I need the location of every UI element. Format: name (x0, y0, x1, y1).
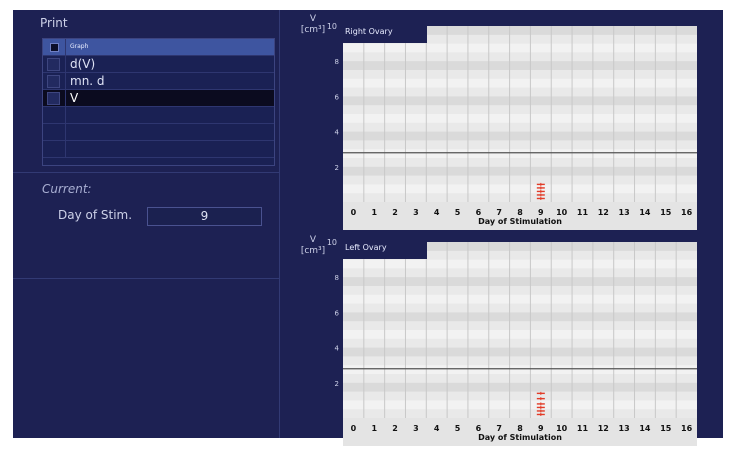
y-tick-label: 10 (327, 22, 337, 31)
x-tick-label: 3 (413, 208, 419, 217)
x-tick-label: 12 (598, 424, 609, 433)
plot-band (343, 400, 697, 410)
x-tick-label: 11 (577, 208, 589, 217)
print-item-checkbox[interactable] (47, 92, 60, 105)
x-tick-label: 12 (598, 208, 609, 217)
day-of-stim-field[interactable]: 9 (147, 207, 262, 226)
print-list: Graph d(V) mn. d V (42, 38, 275, 166)
y-tick-label: 2 (335, 164, 339, 172)
plot-band (343, 149, 697, 158)
plot-title: Right Ovary (345, 27, 393, 36)
chart-canvas: Right Ovary2468100 1 2 3 4 5 6 7 8 9 10 11 12 13 14 15 1… (327, 22, 697, 230)
x-tick-label: 10 (556, 424, 568, 433)
plot-band (343, 43, 697, 53)
y-tick-label: 6 (335, 309, 340, 317)
x-tick-label: 15 (660, 208, 672, 217)
app-window: Print Graph d(V) mn. d V Current: Day of… (13, 10, 723, 446)
select-all-checkbox[interactable] (50, 43, 59, 52)
section-divider (13, 172, 279, 173)
print-item-label: V (70, 91, 79, 105)
column-divider (279, 10, 280, 438)
section-divider (13, 278, 279, 279)
x-tick-label: 7 (496, 424, 502, 433)
x-axis-label: Day of Stimulation (478, 217, 562, 226)
x-tick-label: 8 (517, 208, 523, 217)
y-tick-label: 2 (335, 380, 339, 388)
print-item-label: mn. d (70, 74, 105, 88)
x-tick-label: 9 (538, 424, 544, 433)
x-axis-label: Day of Stimulation (478, 433, 562, 442)
plot-band (343, 114, 697, 123)
chart-canvas: Left Ovary2468100 1 2 3 4 5 6 7 8 9 10 11 12 13 14 15 16… (327, 238, 697, 446)
left-ovary-chart: V [cm³] Left Ovary 2 4 6 8 10 0 1 2 3 4 5 6 7 8 9 10 11 12… (295, 230, 705, 446)
x-tick-label: 0 (351, 424, 357, 433)
plot-band (343, 166, 697, 176)
print-item-v[interactable]: V (43, 90, 274, 107)
plot-band (343, 347, 697, 357)
x-tick-label: 15 (660, 424, 672, 433)
print-item-dv[interactable]: d(V) (43, 56, 274, 73)
empty-row (43, 141, 274, 158)
x-tick-label: 2 (392, 424, 398, 433)
x-tick-label: 11 (577, 424, 589, 433)
x-tick-label: 6 (476, 424, 482, 433)
empty-row (43, 107, 274, 124)
y-tick-label: 8 (335, 274, 339, 282)
x-tick-label: 14 (639, 208, 651, 217)
plot-band (343, 330, 697, 339)
x-tick-label: 5 (455, 208, 461, 217)
print-item-checkbox[interactable] (47, 58, 60, 71)
day-of-stim-label: Day of Stim. (58, 208, 133, 222)
x-tick-label: 8 (517, 424, 523, 433)
print-item-mn-d[interactable]: mn. d (43, 73, 274, 90)
plot-band (343, 61, 697, 70)
plot-band (343, 312, 697, 322)
y-tick-label: 10 (327, 238, 337, 247)
plot-band (343, 131, 697, 141)
plot-title: Left Ovary (345, 243, 387, 252)
x-tick-label: 4 (434, 424, 440, 433)
print-section-title: Print (40, 16, 68, 30)
current-section-title: Current: (42, 182, 92, 196)
x-tick-label: 10 (556, 208, 568, 217)
plot-band (343, 382, 697, 392)
x-tick-label: 13 (619, 424, 630, 433)
x-tick-label: 2 (392, 208, 398, 217)
x-tick-label: 16 (681, 424, 693, 433)
x-tick-label: 4 (434, 208, 440, 217)
x-tick-label: 3 (413, 424, 419, 433)
x-tick-label: 14 (639, 424, 651, 433)
print-item-label: d(V) (70, 57, 96, 71)
y-tick-label: 6 (335, 93, 340, 101)
x-tick-label: 16 (681, 208, 693, 217)
plot-band (343, 277, 697, 286)
x-tick-label: 1 (371, 208, 377, 217)
x-tick-label: 7 (496, 208, 502, 217)
plot-band (343, 184, 697, 194)
x-tick-label: 9 (538, 208, 544, 217)
print-list-header[interactable]: Graph (43, 39, 274, 56)
x-tick-label: 5 (455, 424, 461, 433)
plot-band (343, 365, 697, 374)
x-tick-label: 0 (351, 208, 357, 217)
x-tick-label: 6 (476, 208, 482, 217)
plot-band (343, 96, 697, 106)
y-tick-label: 4 (335, 345, 340, 353)
x-tick-label: 13 (619, 208, 630, 217)
empty-row (43, 124, 274, 141)
y-tick-label: 4 (335, 129, 340, 137)
y-tick-label: 8 (335, 58, 339, 66)
x-tick-label: 1 (371, 424, 377, 433)
plot-band (343, 294, 697, 304)
plot-band (343, 78, 697, 88)
print-item-checkbox[interactable] (47, 75, 60, 88)
header-label: Graph (70, 43, 89, 50)
plot-band (343, 259, 697, 269)
right-ovary-chart: V [cm³] Right Ovary 2 4 6 8 10 0 1 2 3 4 5 6 7 8 9 10 11 1… (295, 14, 705, 230)
